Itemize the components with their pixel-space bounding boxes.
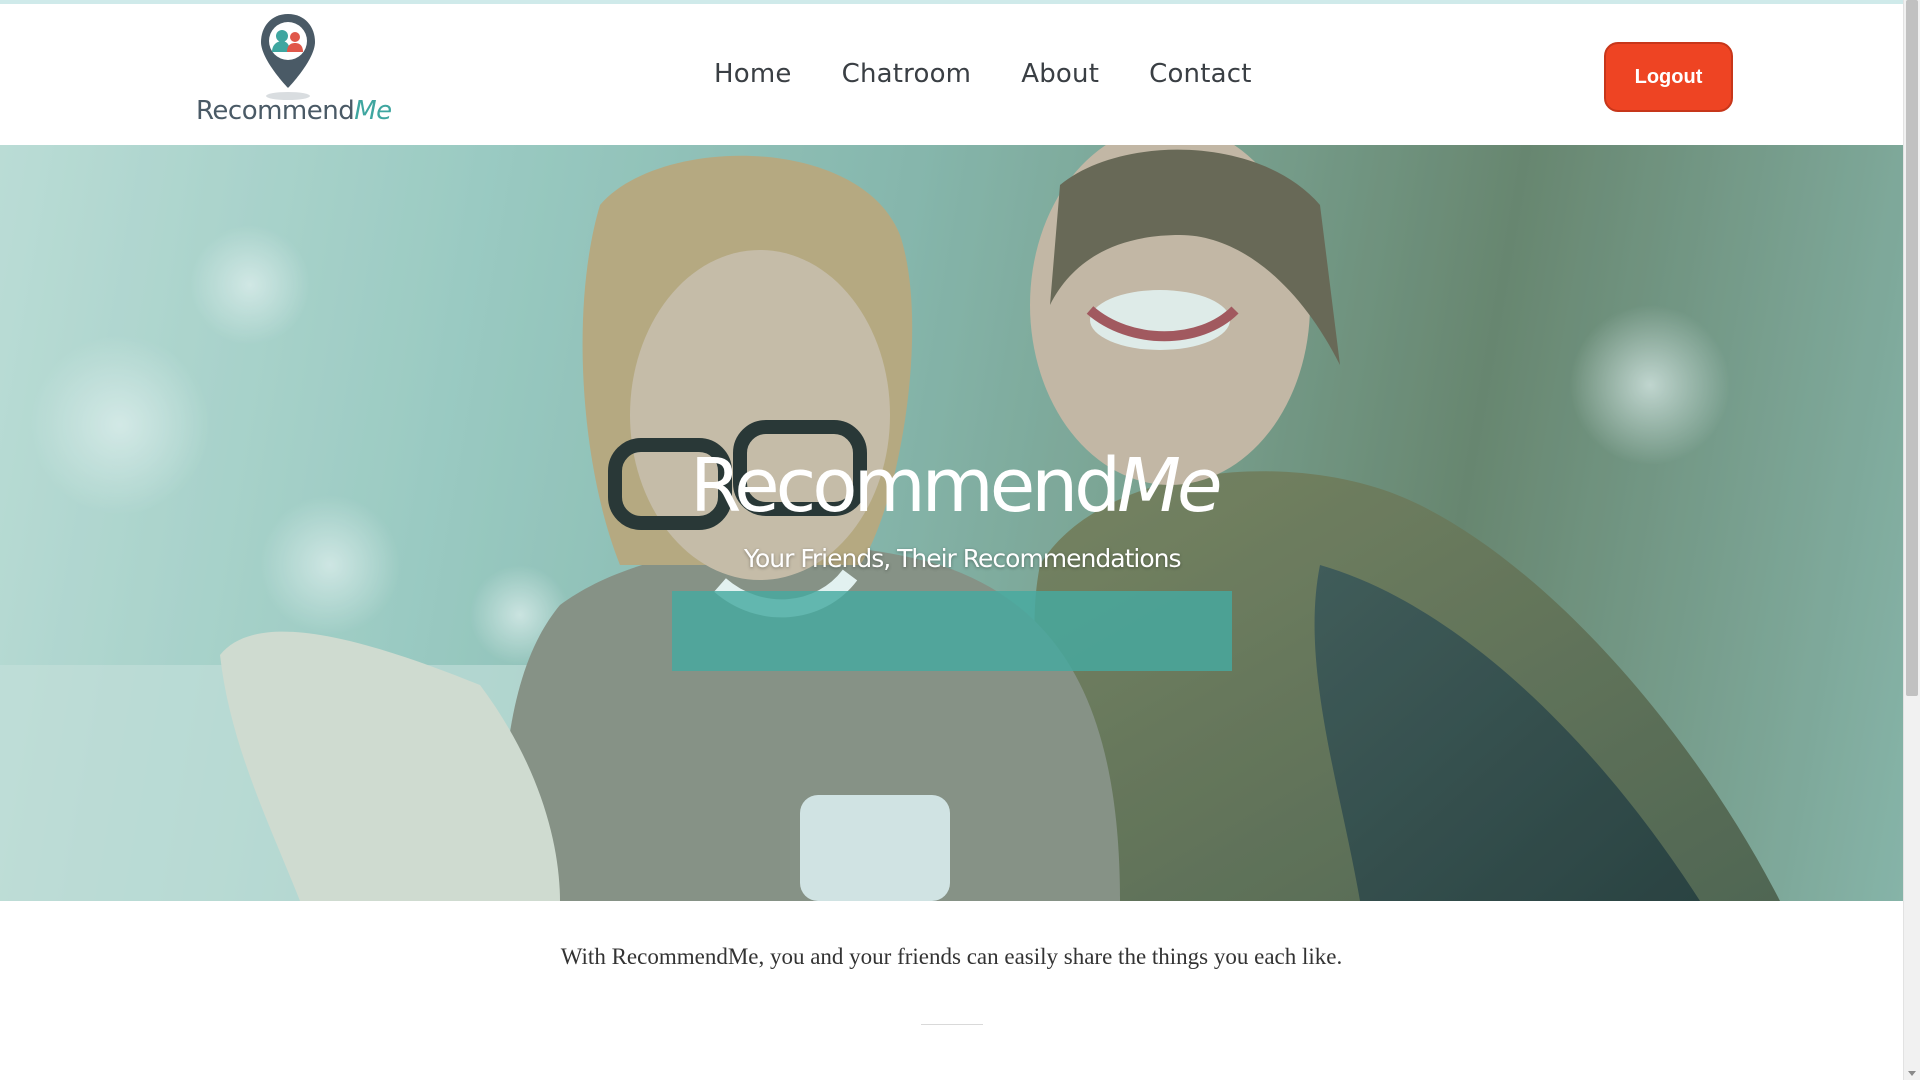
scrollbar-thumb[interactable] (1906, 0, 1918, 696)
nav-about[interactable]: About (1021, 59, 1099, 89)
hero-title: RecommendMe (690, 443, 1223, 529)
hero-title-box (672, 591, 1232, 671)
scroll-down-arrow-icon[interactable] (1908, 1071, 1916, 1076)
intro-text: With RecommendMe, you and your friends c… (560, 944, 1343, 969)
nav-home[interactable]: Home (714, 59, 792, 89)
page: RecommendMe Home Chatroom About Contact … (0, 0, 1920, 1080)
nav-contact[interactable]: Contact (1149, 59, 1252, 89)
nav-chatroom[interactable]: Chatroom (842, 59, 972, 89)
logout-button[interactable]: Logout (1604, 42, 1733, 112)
logo-wordmark: RecommendMe (196, 96, 392, 126)
hero-subtitle: Your Friends, Their Recommendations (744, 544, 1181, 573)
site-logo[interactable]: RecommendMe (196, 12, 392, 132)
site-header: RecommendMe Home Chatroom About Contact … (0, 4, 1903, 145)
map-pin-people-icon (261, 14, 315, 100)
section-divider (921, 1024, 983, 1025)
vertical-scrollbar[interactable] (1903, 0, 1920, 1080)
main-nav: Home Chatroom About Contact (714, 59, 1302, 89)
content-area: RecommendMe Home Chatroom About Contact … (0, 0, 1903, 1080)
